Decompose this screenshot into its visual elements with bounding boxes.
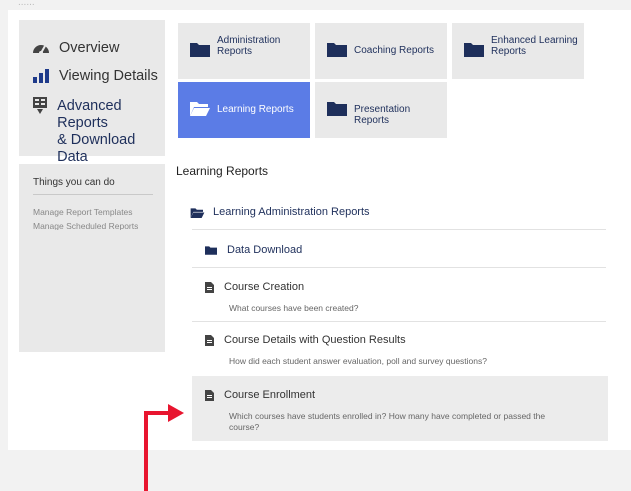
divider bbox=[192, 229, 606, 230]
folder-icon bbox=[327, 41, 347, 57]
tile-coaching-reports[interactable]: Coaching Reports bbox=[315, 23, 447, 79]
report-title: Course Creation bbox=[224, 281, 305, 293]
nav-label-line1: Advanced Reports bbox=[57, 98, 122, 131]
tile-label-line1: Enhanced Learning bbox=[491, 35, 578, 46]
nav-label: Viewing Details bbox=[59, 68, 158, 84]
tile-label-line1: Administration bbox=[217, 35, 281, 46]
things-you-can-do-panel: Things you can do Manage Report Template… bbox=[19, 164, 165, 352]
section-title: Learning Reports bbox=[176, 164, 269, 178]
folder-open-icon bbox=[190, 207, 205, 218]
report-download-icon bbox=[31, 97, 49, 114]
report-description: What courses have been created? bbox=[229, 303, 359, 313]
tile-learning-reports[interactable]: Learning Reports bbox=[178, 82, 310, 138]
dashboard-icon bbox=[31, 40, 51, 56]
report-course-details-question-results[interactable]: Course Details with Question Results How… bbox=[192, 322, 608, 374]
manage-scheduled-reports-link[interactable]: Manage Scheduled Reports bbox=[33, 221, 138, 230]
tile-label: Learning Reports bbox=[217, 104, 294, 115]
report-description: Which courses have students enrolled in?… bbox=[229, 411, 589, 433]
report-head: Course Details with Question Results bbox=[205, 334, 406, 346]
tile-label: Administration Reports bbox=[217, 35, 309, 57]
report-title: Course Enrollment bbox=[224, 389, 316, 401]
tile-label-line2: Reports bbox=[217, 46, 253, 57]
folder-icon bbox=[327, 100, 347, 116]
panel-title: Things you can do bbox=[33, 177, 115, 188]
tile-presentation-reports[interactable]: Presentation Reports bbox=[315, 82, 447, 138]
nav-label-stack: Advanced Reports & Download Data bbox=[57, 98, 165, 166]
nav-item-advanced-reports[interactable]: Advanced Reports & Download Data bbox=[31, 97, 165, 166]
subgroup-label: Data Download bbox=[227, 244, 303, 256]
nav-label: Overview bbox=[59, 40, 120, 56]
report-course-enrollment[interactable]: Course Enrollment Which courses have stu… bbox=[192, 376, 608, 441]
nav-item-overview[interactable]: Overview bbox=[31, 40, 119, 56]
report-description: How did each student answer evaluation, … bbox=[229, 356, 487, 366]
report-course-creation[interactable]: Course Creation What courses have been c… bbox=[192, 268, 608, 320]
tile-label: Enhanced Learning Reports bbox=[491, 35, 583, 57]
group-label: Learning Administration Reports bbox=[213, 206, 370, 218]
tile-enhanced-learning-reports[interactable]: Enhanced Learning Reports bbox=[452, 23, 584, 79]
document-icon bbox=[205, 281, 214, 293]
document-icon bbox=[205, 389, 214, 401]
document-icon bbox=[205, 334, 214, 346]
tile-administration-reports[interactable]: Administration Reports bbox=[178, 23, 310, 79]
nav-item-viewing-details[interactable]: Viewing Details bbox=[31, 68, 158, 84]
manage-report-templates-link[interactable]: Manage Report Templates bbox=[33, 207, 133, 217]
tile-label-line2: Reports bbox=[491, 46, 527, 57]
folder-icon bbox=[464, 41, 484, 57]
tile-label: Coaching Reports bbox=[354, 45, 435, 56]
top-cut-text: ...... bbox=[18, 0, 35, 6]
report-description-line1: Which courses have students enrolled in?… bbox=[229, 411, 546, 421]
left-nav: Overview Viewing Details Advanced Report… bbox=[19, 20, 165, 165]
subgroup-data-download[interactable]: Data Download bbox=[205, 244, 302, 256]
report-description-line2: course? bbox=[229, 422, 260, 432]
report-title: Course Details with Question Results bbox=[224, 334, 406, 346]
folder-open-icon bbox=[190, 100, 210, 116]
report-head: Course Creation bbox=[205, 281, 304, 293]
folder-icon bbox=[190, 41, 210, 57]
group-learning-administration-reports[interactable]: Learning Administration Reports bbox=[190, 206, 370, 218]
tile-label: Presentation Reports bbox=[354, 104, 411, 126]
panel-divider bbox=[33, 194, 153, 195]
nav-label-line2: & Download Data bbox=[57, 132, 136, 165]
folder-icon bbox=[205, 245, 217, 255]
bar-chart-icon bbox=[31, 68, 51, 84]
report-head: Course Enrollment bbox=[205, 389, 315, 401]
